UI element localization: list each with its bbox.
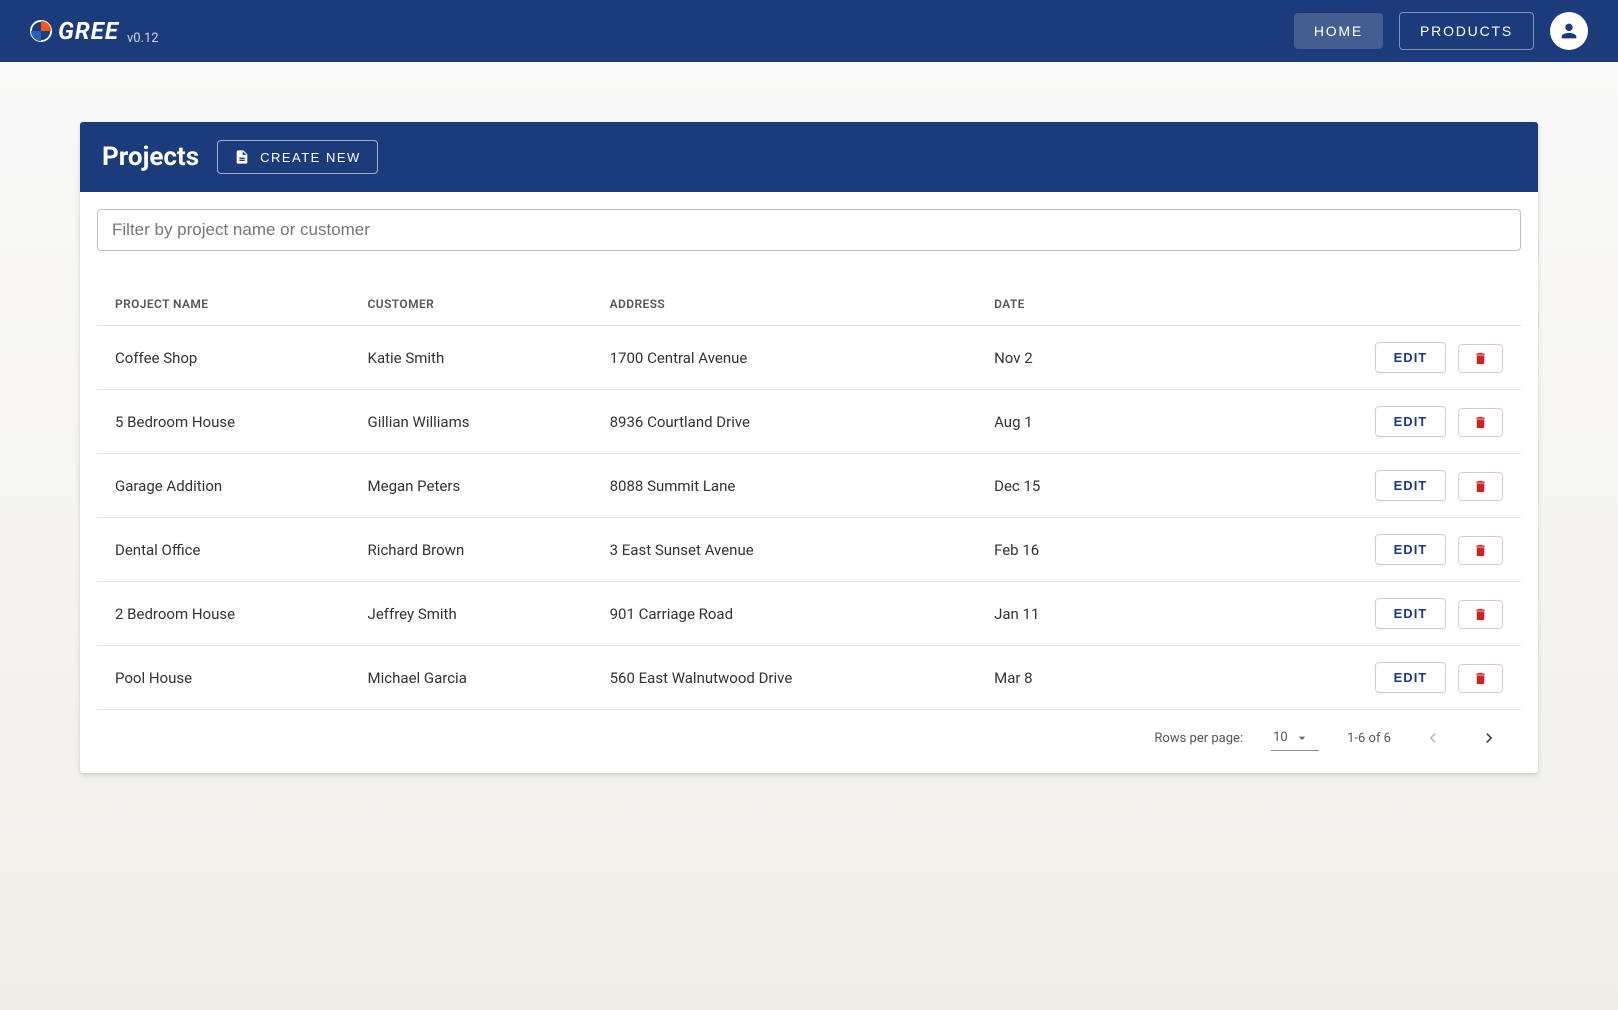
next-page-button[interactable]	[1475, 724, 1503, 752]
edit-button[interactable]: EDIT	[1375, 534, 1447, 565]
brand-logo: GREE	[30, 17, 119, 45]
edit-button[interactable]: EDIT	[1375, 662, 1447, 693]
header-customer: CUSTOMER	[368, 283, 610, 326]
cell-date: Mar 8	[994, 646, 1208, 710]
person-icon	[1558, 20, 1580, 42]
cell-customer: Richard Brown	[368, 518, 610, 582]
nav-products-button[interactable]: PRODUCTS	[1399, 12, 1534, 50]
delete-button[interactable]	[1458, 472, 1503, 501]
projects-table: PROJECT NAME CUSTOMER ADDRESS DATE Coffe…	[97, 283, 1521, 710]
cell-address: 560 East Walnutwood Drive	[610, 646, 994, 710]
cell-project-name: Pool House	[97, 646, 368, 710]
create-new-label: CREATE NEW	[260, 150, 361, 165]
card-header: Projects CREATE NEW	[80, 122, 1538, 192]
cell-customer: Megan Peters	[368, 454, 610, 518]
trash-icon	[1473, 607, 1488, 622]
cell-actions: EDIT	[1208, 518, 1521, 582]
cell-date: Jan 11	[994, 582, 1208, 646]
cell-project-name: 2 Bedroom House	[97, 582, 368, 646]
chevron-right-icon	[1479, 728, 1499, 748]
delete-button[interactable]	[1458, 664, 1503, 693]
cell-date: Nov 2	[994, 326, 1208, 390]
chevron-left-icon	[1423, 728, 1443, 748]
account-button[interactable]	[1550, 12, 1588, 50]
trash-icon	[1473, 415, 1488, 430]
delete-button[interactable]	[1458, 536, 1503, 565]
create-new-button[interactable]: CREATE NEW	[217, 140, 378, 174]
trash-icon	[1473, 351, 1488, 366]
content: Projects CREATE NEW PROJECT NAME CUSTOME…	[0, 62, 1618, 833]
trash-icon	[1473, 543, 1488, 558]
table-row: Garage Addition Megan Peters 8088 Summit…	[97, 454, 1521, 518]
cell-address: 1700 Central Avenue	[610, 326, 994, 390]
trash-icon	[1473, 671, 1488, 686]
rows-per-page-label: Rows per page:	[1154, 731, 1243, 746]
cell-customer: Gillian Williams	[368, 390, 610, 454]
cell-actions: EDIT	[1208, 326, 1521, 390]
cell-actions: EDIT	[1208, 390, 1521, 454]
edit-button[interactable]: EDIT	[1375, 406, 1447, 437]
cell-date: Feb 16	[994, 518, 1208, 582]
header-address: ADDRESS	[610, 283, 994, 326]
brand: GREE v0.12	[30, 17, 159, 46]
cell-date: Aug 1	[994, 390, 1208, 454]
nav-right: HOME PRODUCTS	[1294, 12, 1588, 50]
cell-customer: Michael Garcia	[368, 646, 610, 710]
cell-customer: Jeffrey Smith	[368, 582, 610, 646]
edit-button[interactable]: EDIT	[1375, 342, 1447, 373]
edit-button[interactable]: EDIT	[1375, 598, 1447, 629]
header-actions	[1208, 283, 1521, 326]
edit-button[interactable]: EDIT	[1375, 470, 1447, 501]
table-row: Coffee Shop Katie Smith 1700 Central Ave…	[97, 326, 1521, 390]
projects-card: Projects CREATE NEW PROJECT NAME CUSTOME…	[80, 122, 1538, 773]
card-body: PROJECT NAME CUSTOMER ADDRESS DATE Coffe…	[80, 192, 1538, 773]
cell-actions: EDIT	[1208, 582, 1521, 646]
dropdown-icon	[1294, 730, 1310, 746]
cell-project-name: 5 Bedroom House	[97, 390, 368, 454]
delete-button[interactable]	[1458, 600, 1503, 629]
top-nav: GREE v0.12 HOME PRODUCTS	[0, 0, 1618, 62]
cell-actions: EDIT	[1208, 454, 1521, 518]
version-label: v0.12	[127, 31, 159, 46]
table-row: Pool House Michael Garcia 560 East Walnu…	[97, 646, 1521, 710]
brand-name: GREE	[58, 17, 119, 45]
filter-input[interactable]	[97, 209, 1521, 251]
table-footer: Rows per page: 10 1-6 of 6	[97, 710, 1521, 756]
document-icon	[234, 149, 250, 165]
table-header-row: PROJECT NAME CUSTOMER ADDRESS DATE	[97, 283, 1521, 326]
cell-date: Dec 15	[994, 454, 1208, 518]
page-title: Projects	[102, 142, 199, 172]
nav-home-button[interactable]: HOME	[1294, 13, 1383, 49]
delete-button[interactable]	[1458, 408, 1503, 437]
rows-per-page-select[interactable]: 10	[1271, 726, 1319, 751]
cell-address: 8936 Courtland Drive	[610, 390, 994, 454]
table-row: 5 Bedroom House Gillian Williams 8936 Co…	[97, 390, 1521, 454]
cell-project-name: Garage Addition	[97, 454, 368, 518]
delete-button[interactable]	[1458, 344, 1503, 373]
pagination-range: 1-6 of 6	[1347, 731, 1391, 746]
brand-mark-icon	[30, 20, 52, 42]
table-row: 2 Bedroom House Jeffrey Smith 901 Carria…	[97, 582, 1521, 646]
prev-page-button[interactable]	[1419, 724, 1447, 752]
trash-icon	[1473, 479, 1488, 494]
cell-actions: EDIT	[1208, 646, 1521, 710]
cell-address: 3 East Sunset Avenue	[610, 518, 994, 582]
cell-project-name: Coffee Shop	[97, 326, 368, 390]
cell-address: 8088 Summit Lane	[610, 454, 994, 518]
cell-address: 901 Carriage Road	[610, 582, 994, 646]
header-project-name: PROJECT NAME	[97, 283, 368, 326]
cell-project-name: Dental Office	[97, 518, 368, 582]
cell-customer: Katie Smith	[368, 326, 610, 390]
table-row: Dental Office Richard Brown 3 East Sunse…	[97, 518, 1521, 582]
rows-per-page-value: 10	[1273, 730, 1288, 745]
header-date: DATE	[994, 283, 1208, 326]
